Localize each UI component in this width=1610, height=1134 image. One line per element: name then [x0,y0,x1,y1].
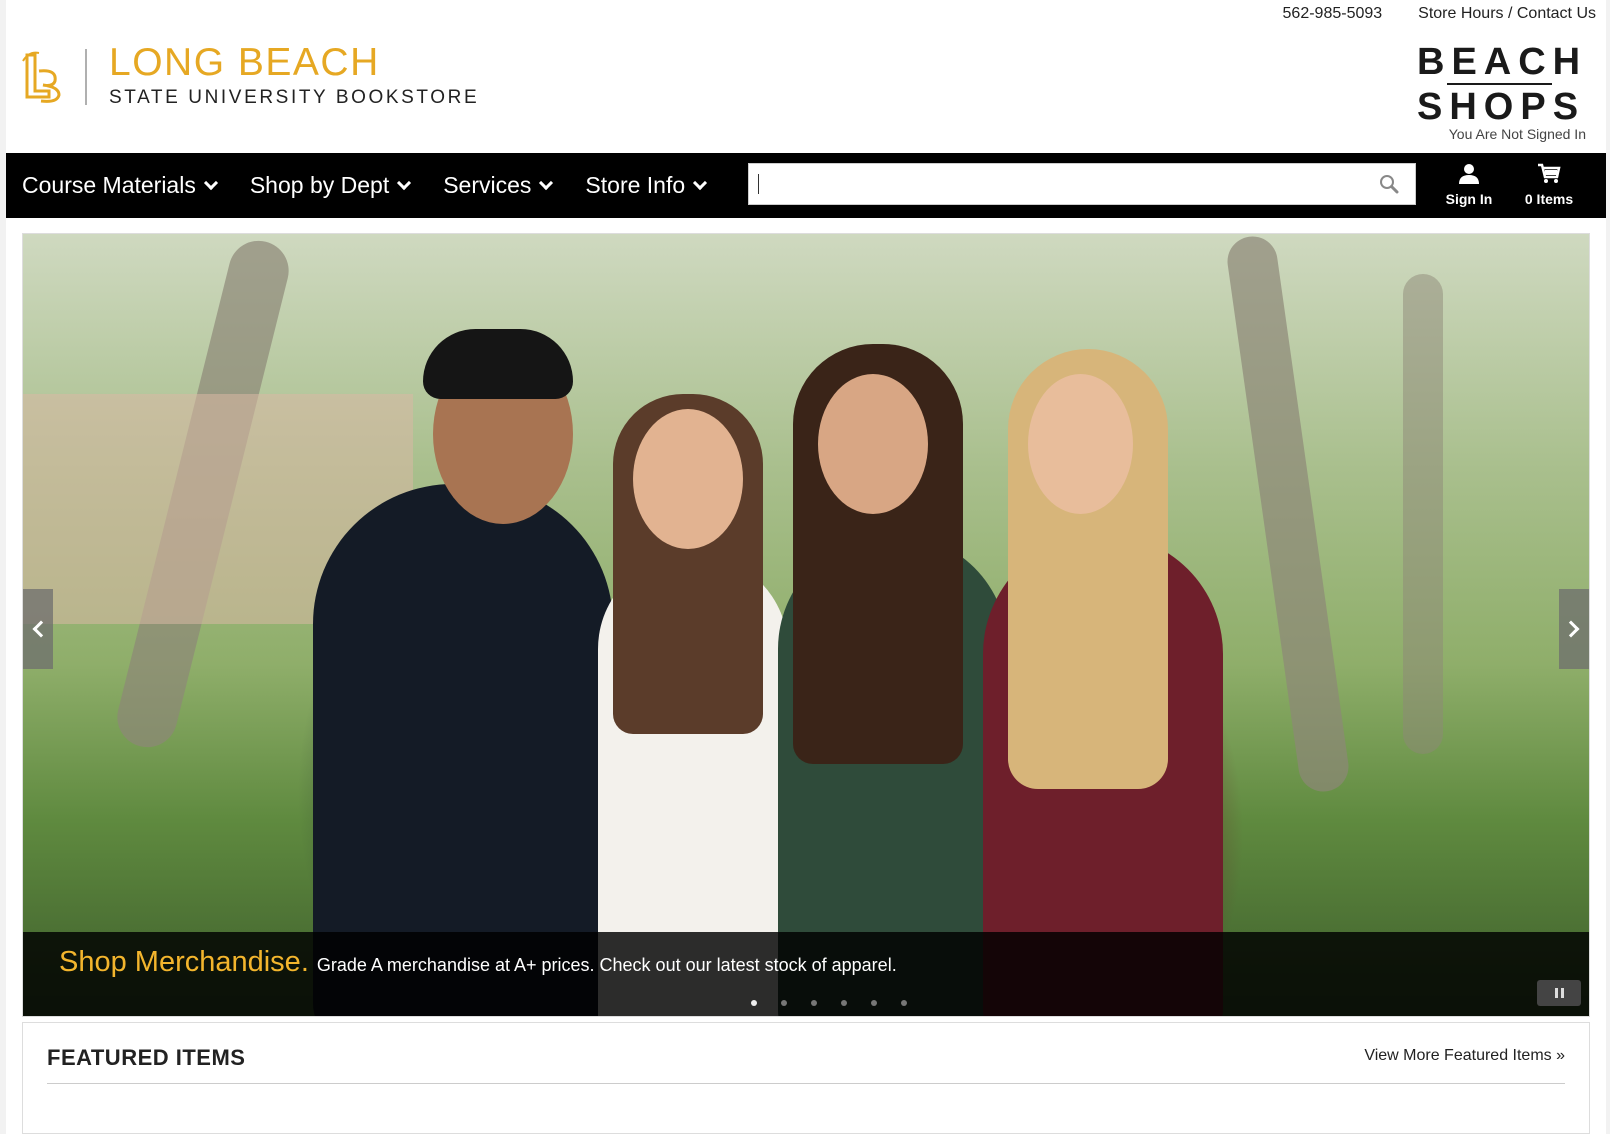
background-tree [1403,274,1443,754]
carousel-dot-3[interactable] [810,1000,817,1006]
chevron-down-icon [397,175,412,190]
person-3-head [818,374,928,514]
hero-headline: Shop Merchandise. [59,946,309,978]
hero-caption-bar: Shop Merchandise. Grade A merchandise at… [23,932,1589,1016]
main-navbar: Course Materials Shop by Dept Services S… [6,153,1606,218]
hero-carousel[interactable]: Shop Merchandise. Grade A merchandise at… [22,233,1590,1017]
carousel-dot-4[interactable] [840,1000,847,1006]
carousel-next-button[interactable] [1559,589,1589,669]
featured-items-section: FEATURED ITEMS View More Featured Items … [22,1022,1590,1134]
chevron-right-icon [1562,620,1580,638]
chevron-down-icon [693,175,708,190]
page: 562-985-5093 Store Hours / Contact Us LO… [6,0,1606,1134]
site-logo[interactable]: LONG BEACH STATE UNIVERSITY BOOKSTORE [19,41,480,110]
cart-label: 0 Items [1524,191,1574,207]
carousel-dot-5[interactable] [870,1000,877,1006]
sign-in-status: You Are Not Signed In [1448,126,1586,142]
background-tree [1224,234,1352,795]
search-box [748,163,1416,205]
beach-shops-logo[interactable]: BEACH SHOPS [1417,42,1582,127]
beach-shops-row1: BEACH [1417,41,1588,83]
sign-in-button[interactable]: Sign In [1434,163,1504,207]
lb-monogram-icon [19,47,65,107]
store-hours-contact-link[interactable]: Store Hours / Contact Us [1418,5,1596,23]
text-cursor [758,174,759,194]
logo-divider [85,49,87,105]
chevron-down-icon [203,175,218,190]
phone-link[interactable]: 562-985-5093 [1283,5,1383,23]
user-icon [1434,163,1504,187]
nav-shop-by-dept[interactable]: Shop by Dept [249,172,412,199]
nav-services-label: Services [443,172,532,198]
person-1-hair [423,329,573,399]
logo-text: LONG BEACH STATE UNIVERSITY BOOKSTORE [109,41,480,110]
carousel-prev-button[interactable] [23,589,53,669]
carousel-dot-1[interactable] [750,1000,757,1006]
carousel-dot-6[interactable] [900,1000,907,1006]
cart-icon [1514,163,1584,187]
pause-icon [1560,988,1564,998]
hero-subtext: Grade A merchandise at A+ prices. Check … [316,955,897,975]
carousel-dots [23,1000,1589,1006]
search-input[interactable] [749,164,1349,204]
carousel-dot-2[interactable] [780,1000,787,1006]
featured-items-title: FEATURED ITEMS [47,1045,246,1070]
search-icon[interactable] [1379,174,1399,194]
chevron-left-icon [32,620,50,638]
person-4-head [1028,374,1133,514]
hero-caption[interactable]: Shop Merchandise. Grade A merchandise at… [59,946,897,979]
carousel-pause-button[interactable] [1537,980,1581,1006]
featured-divider [47,1083,1565,1084]
utility-bar: 562-985-5093 Store Hours / Contact Us [1283,5,1596,23]
beach-shops-row2: SHOPS [1417,86,1586,128]
nav-menu: Course Materials Shop by Dept Services S… [22,153,708,218]
nav-shop-by-dept-label: Shop by Dept [249,172,390,198]
nav-course-materials-label: Course Materials [22,172,196,198]
nav-store-info[interactable]: Store Info [585,172,708,199]
pause-icon [1554,988,1558,998]
sign-in-label: Sign In [1445,191,1493,207]
cart-button[interactable]: 0 Items [1514,163,1584,207]
beach-shops-separator [1447,83,1552,85]
chevron-down-icon [539,175,554,190]
view-more-featured-link[interactable]: View More Featured Items » [1364,1047,1565,1065]
person-2-head [633,409,743,549]
nav-services[interactable]: Services [443,172,554,199]
logo-line1: LONG BEACH [109,41,380,84]
nav-store-info-label: Store Info [585,172,686,198]
logo-line2: STATE UNIVERSITY BOOKSTORE [109,87,480,108]
nav-course-materials[interactable]: Course Materials [22,172,218,199]
